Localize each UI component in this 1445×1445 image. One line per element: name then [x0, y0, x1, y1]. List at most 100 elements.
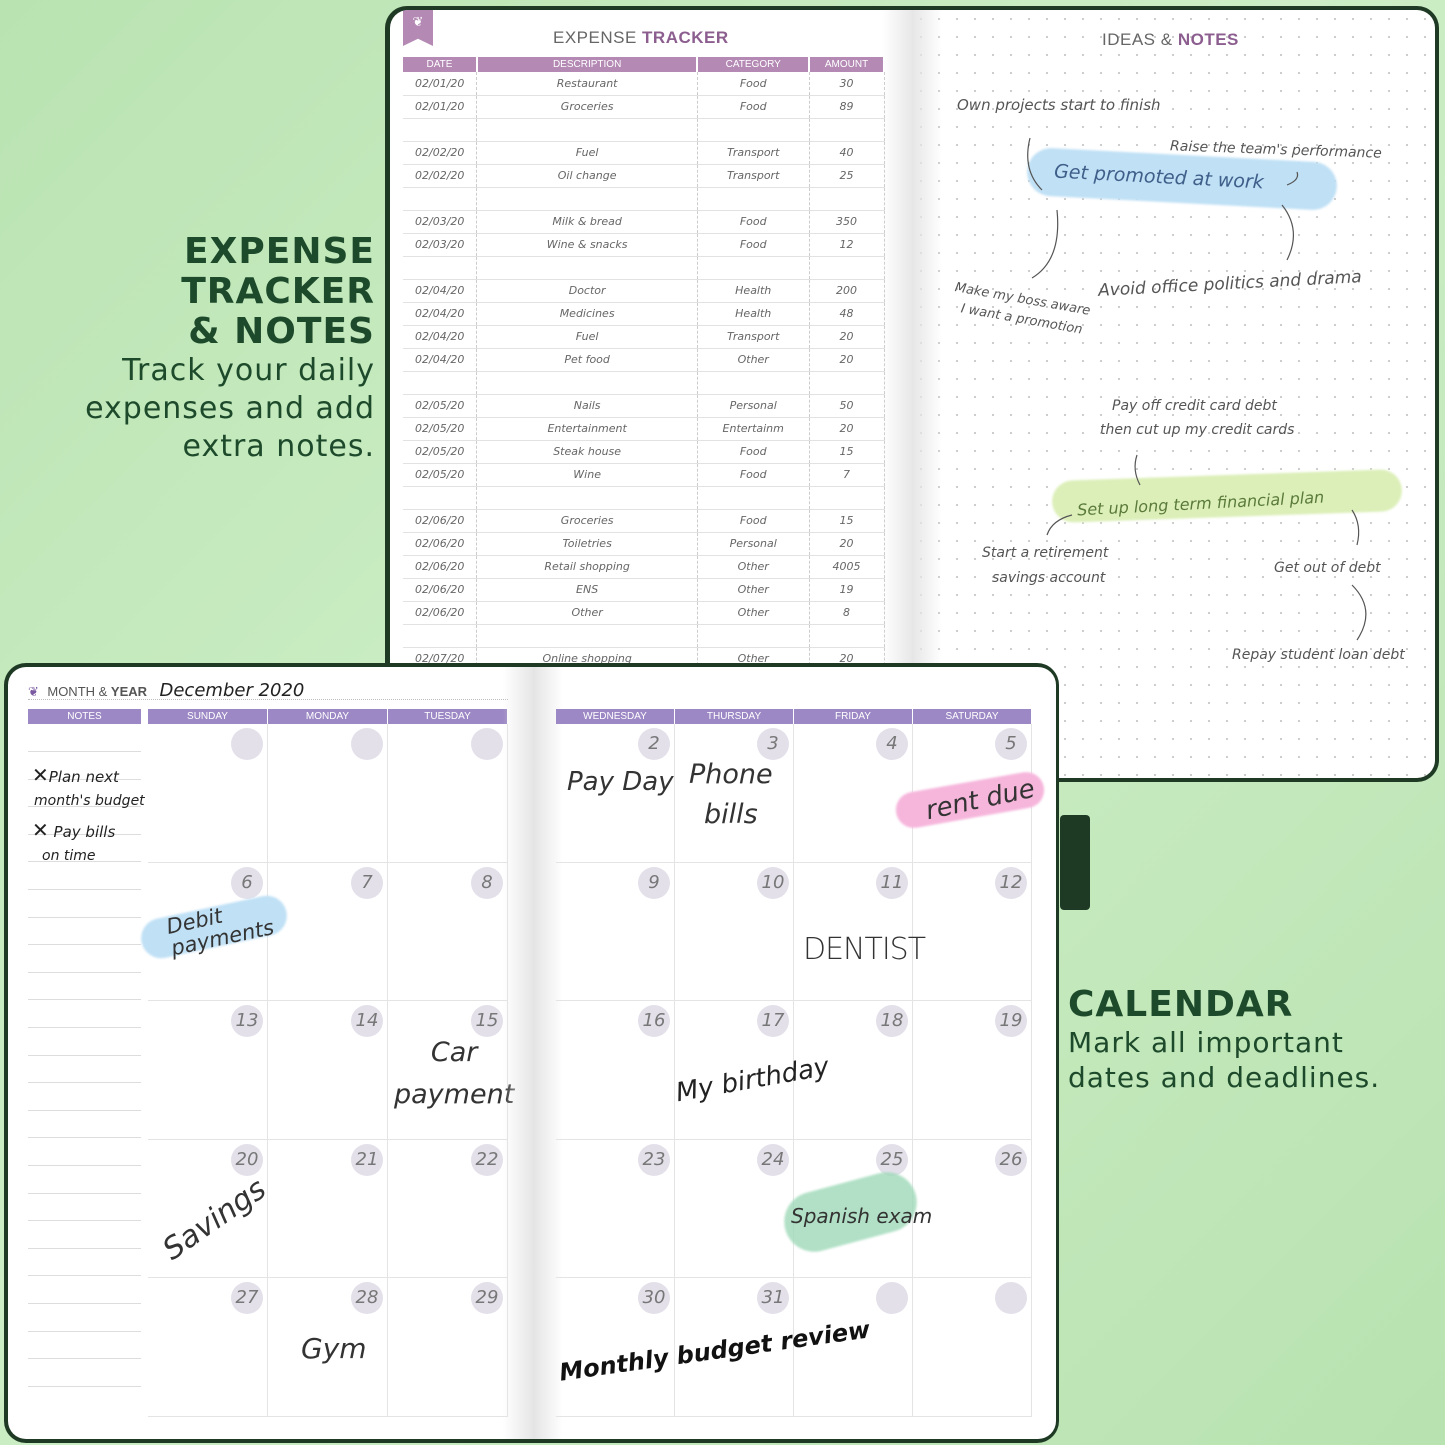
- date-cell: [403, 118, 478, 142]
- day-cell[interactable]: 10: [675, 862, 794, 1001]
- note-line: [28, 1027, 141, 1028]
- day-cell[interactable]: 4: [794, 724, 913, 863]
- category-cell: Entertainm: [697, 417, 810, 441]
- note-line: [28, 916, 141, 918]
- date-cell: 02/06/20: [403, 601, 478, 625]
- event-car: Car payment: [394, 1037, 515, 1110]
- promo-expense: EXPENSE TRACKER & NOTES Track your daily…: [30, 232, 375, 466]
- description-cell: [476, 118, 698, 142]
- blank-row: [403, 187, 885, 211]
- expense-table: DATE DESCRIPTION CATEGORY AMOUNT 02/01/20 Re…: [403, 57, 885, 671]
- date-cell: 02/05/20: [403, 394, 478, 418]
- expense-row: 02/05/20 Entertainment Entertainm 20: [403, 417, 885, 441]
- blank-row: [403, 624, 885, 648]
- day-cell[interactable]: 7: [268, 862, 388, 1001]
- category-cell: Food: [697, 210, 810, 234]
- category-cell: [697, 371, 810, 395]
- weekday-header: FRIDAY: [794, 709, 912, 724]
- calendar-left-page: ❦ MONTH & YEAR December 2020 NOTES SUNDA…: [8, 667, 533, 1439]
- day-cell[interactable]: 8: [388, 862, 508, 1001]
- amount-cell: [809, 187, 885, 211]
- note-line: [28, 1054, 141, 1056]
- category-cell: [697, 256, 810, 280]
- day-number: 8: [471, 866, 503, 899]
- amount-cell: 40: [809, 141, 885, 165]
- date-cell: [403, 624, 478, 648]
- description-cell: Doctor: [476, 279, 698, 303]
- category-cell: Other: [697, 578, 810, 602]
- day-number: 26: [995, 1143, 1027, 1176]
- arrow-doodles: [1027, 137, 1367, 641]
- promo-text-line: dates and deadlines.: [1068, 1061, 1381, 1094]
- category-cell: Food: [697, 72, 810, 96]
- day-number: 28: [351, 1282, 383, 1314]
- amount-cell: [809, 486, 885, 510]
- amount-cell: 48: [809, 302, 885, 326]
- expense-row: 02/06/20 Retail shopping Other 4005: [403, 555, 885, 579]
- date-cell: [403, 371, 478, 395]
- day-cell[interactable]: 12: [913, 862, 1032, 1001]
- column-header: DESCRIPTION: [476, 57, 699, 72]
- day-number: 10: [757, 866, 789, 899]
- day-cell[interactable]: [268, 724, 388, 863]
- weekday-header: SUNDAY: [148, 709, 267, 724]
- day-number: 2: [638, 728, 670, 760]
- date-cell: 02/04/20: [403, 348, 478, 372]
- day-number: 31: [757, 1282, 789, 1314]
- day-number: 14: [351, 1005, 383, 1037]
- day-cell[interactable]: [148, 724, 268, 863]
- category-cell: Food: [697, 233, 810, 257]
- event-dentist: DENTIST: [803, 932, 926, 967]
- event-spanish-exam: Spanish exam: [791, 1204, 933, 1228]
- note-line: [28, 1165, 141, 1166]
- amount-cell: [809, 118, 885, 142]
- day-cell[interactable]: 21: [268, 1139, 388, 1278]
- description-cell: Other: [476, 601, 698, 625]
- amount-cell: 19: [809, 578, 885, 602]
- day-cell[interactable]: 29: [388, 1278, 508, 1417]
- day-number: [995, 1282, 1027, 1314]
- promo-title-line: & NOTES: [188, 311, 375, 352]
- description-cell: Oil change: [476, 164, 698, 188]
- expense-row: 02/01/20 Groceries Food 89: [403, 95, 885, 119]
- description-cell: [476, 371, 698, 395]
- day-number: [351, 728, 383, 760]
- column-header: AMOUNT: [809, 57, 885, 72]
- note-line: [28, 1330, 141, 1332]
- category-cell: Health: [697, 302, 810, 326]
- expense-row: 02/06/20 Other Other 8: [403, 601, 885, 625]
- date-cell: [403, 256, 478, 280]
- expense-row: 02/06/20 Groceries Food 15: [403, 509, 885, 533]
- description-cell: Toiletries: [476, 532, 698, 556]
- note-line: [28, 1082, 141, 1084]
- note-line: [28, 1137, 141, 1139]
- expense-row: 02/05/20 Steak house Food 15: [403, 440, 885, 464]
- day-cell[interactable]: 23: [556, 1139, 675, 1278]
- date-cell: 02/03/20: [403, 210, 478, 234]
- expense-row: 02/04/20 Doctor Health 200: [403, 279, 885, 303]
- day-cell[interactable]: 24: [675, 1139, 794, 1278]
- promo-title-line: TRACKER: [181, 271, 375, 312]
- day-cell[interactable]: [388, 724, 508, 863]
- day-cell[interactable]: 13: [148, 1001, 268, 1140]
- description-cell: Steak house: [476, 440, 698, 464]
- day-cell[interactable]: 14: [268, 1001, 388, 1140]
- day-cell[interactable]: 22: [388, 1139, 508, 1278]
- event-phone-bills: Phone bills: [689, 759, 773, 830]
- expense-row: 02/05/20 Wine Food 7: [403, 463, 885, 487]
- amount-cell: 89: [809, 95, 885, 119]
- note-line: [28, 971, 141, 973]
- promo-calendar: CALENDAR Mark all important dates and de…: [1068, 985, 1438, 1095]
- day-number: 5: [995, 728, 1027, 760]
- description-cell: Fuel: [476, 325, 698, 349]
- day-cell[interactable]: 19: [913, 1001, 1032, 1140]
- description-cell: Groceries: [476, 95, 698, 119]
- logo-icon: ❦: [28, 684, 39, 699]
- day-cell[interactable]: [913, 1278, 1032, 1417]
- description-cell: Nails: [476, 394, 698, 418]
- day-cell[interactable]: 9: [556, 862, 675, 1001]
- blank-row: [403, 486, 885, 510]
- event-gym: Gym: [301, 1332, 367, 1365]
- day-cell[interactable]: 16: [556, 1001, 675, 1140]
- day-cell[interactable]: 27: [148, 1278, 268, 1417]
